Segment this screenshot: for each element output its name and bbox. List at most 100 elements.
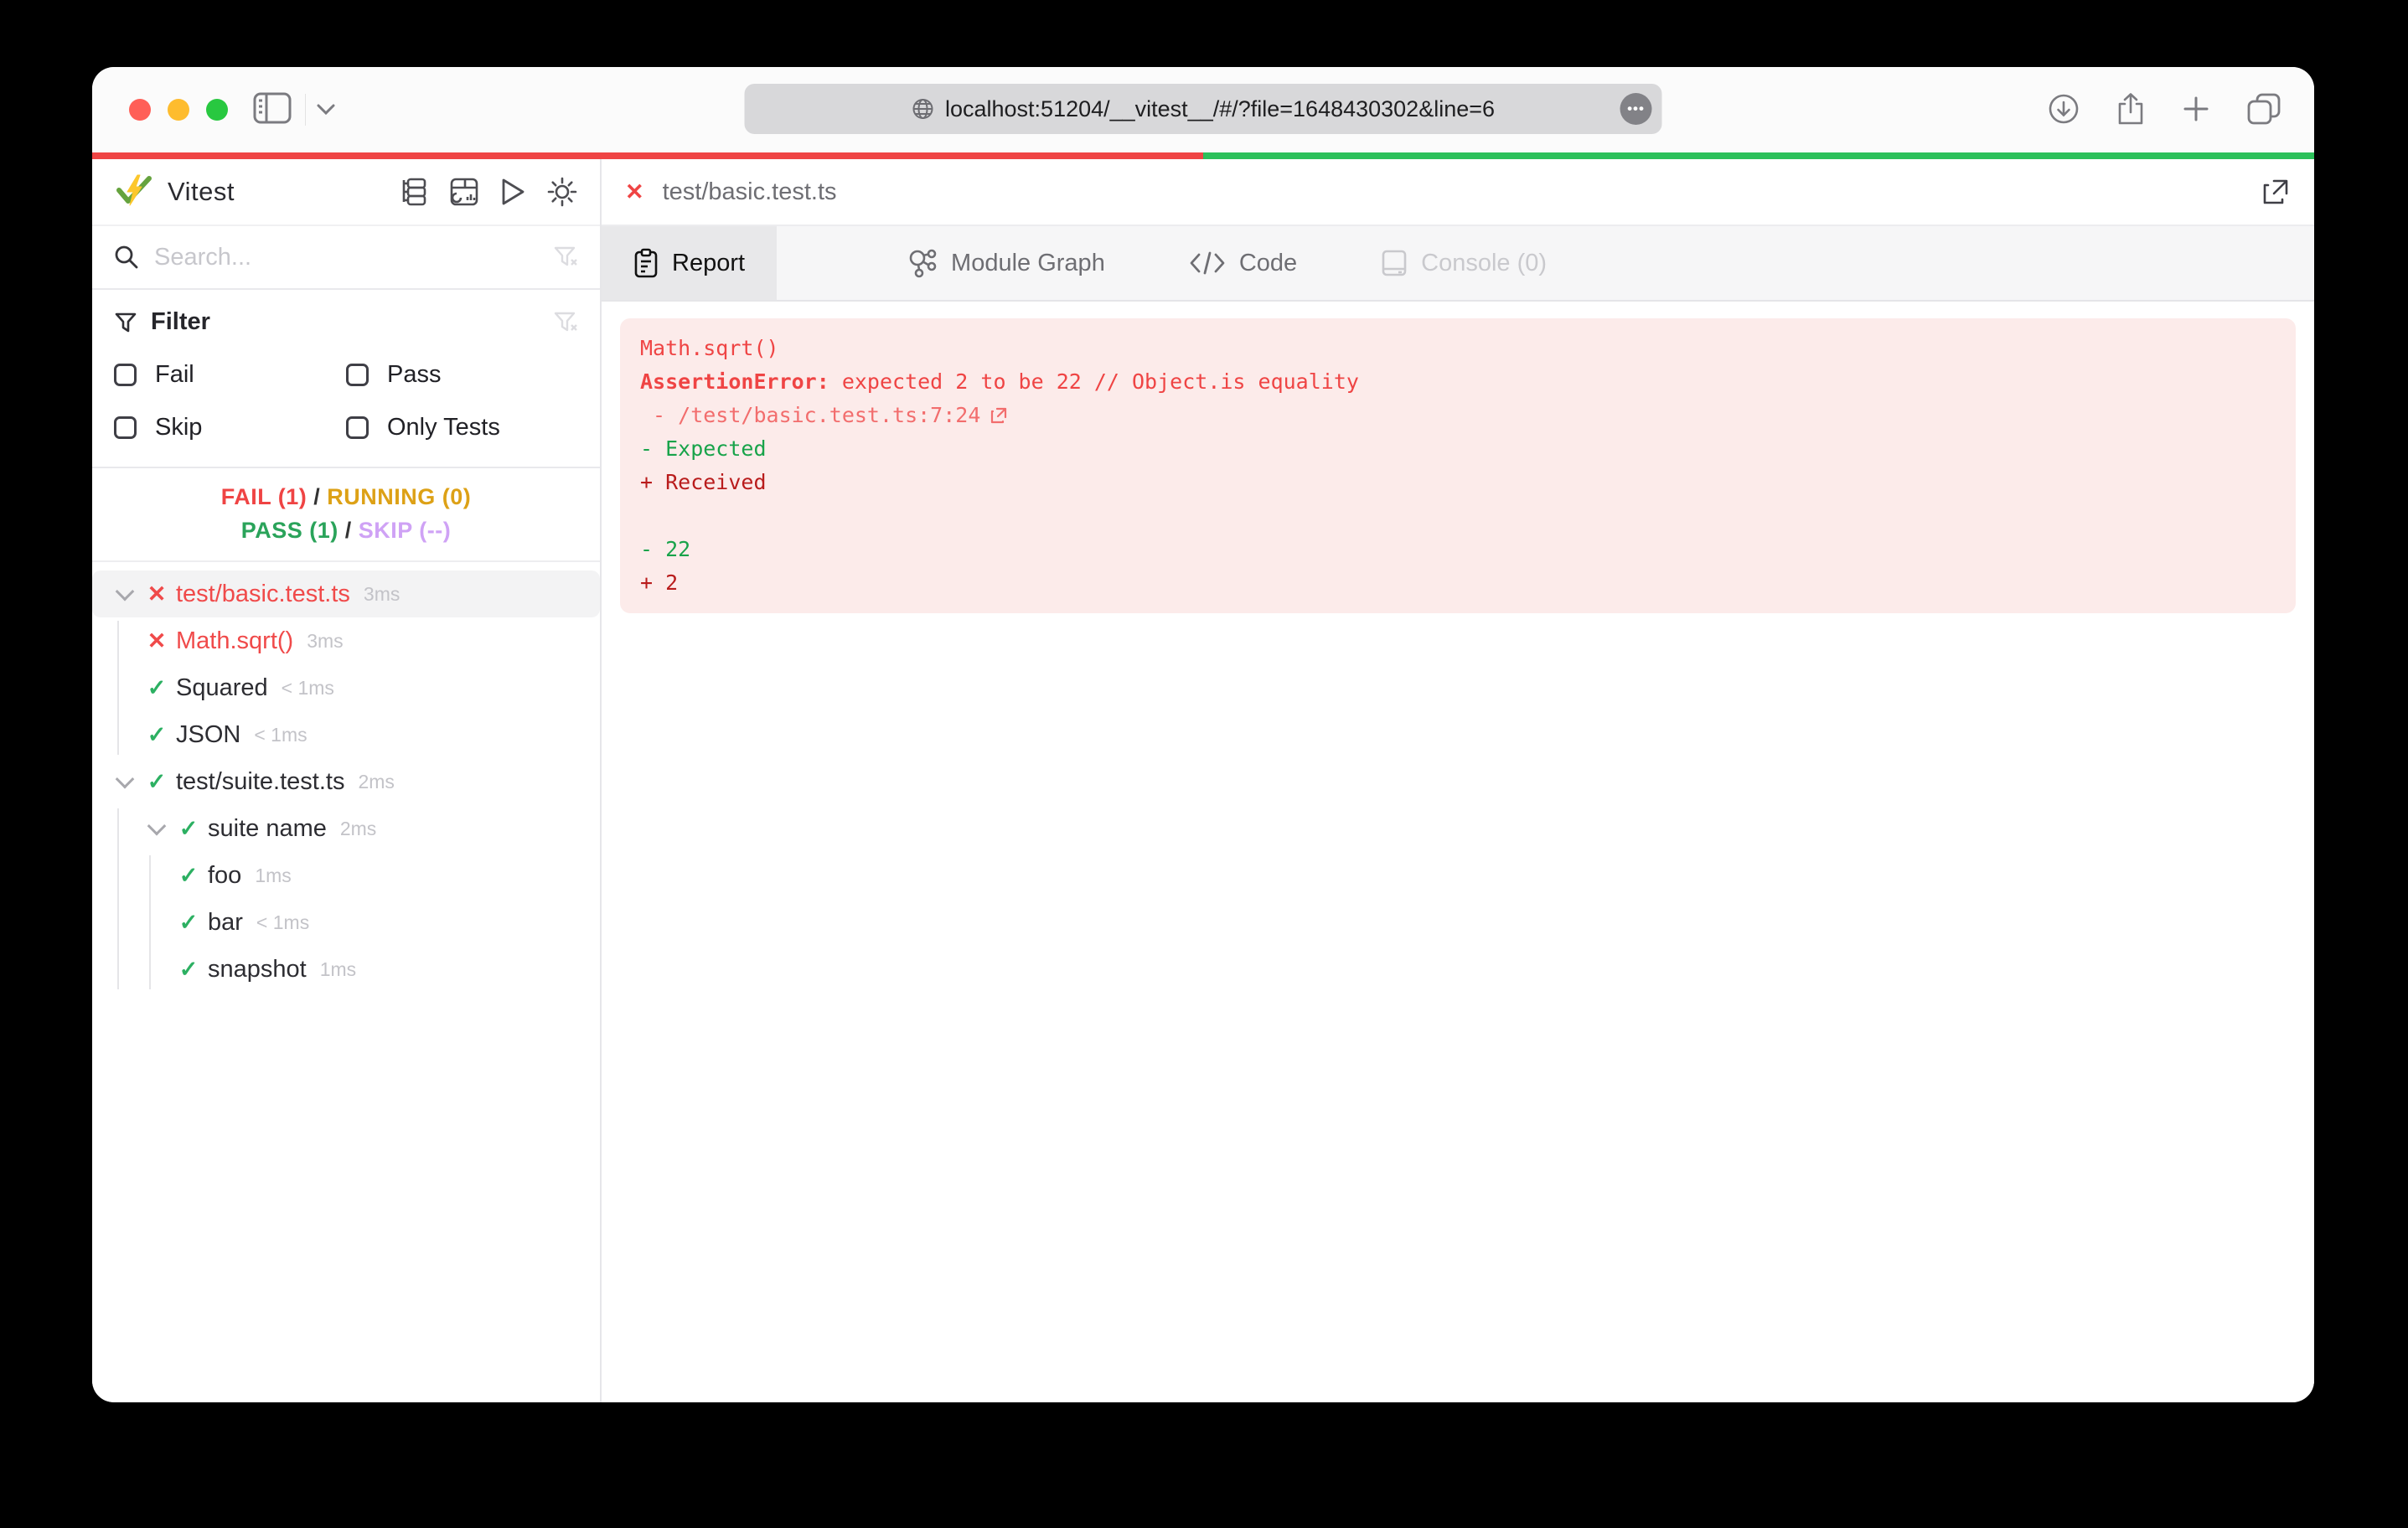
page-settings-button[interactable]: ••• bbox=[1620, 93, 1652, 125]
test-duration: < 1ms bbox=[254, 723, 307, 746]
error-test-name: Math.sqrt() bbox=[640, 336, 779, 360]
pass-icon: ✓ bbox=[147, 674, 167, 700]
code-icon bbox=[1189, 250, 1226, 276]
fail-icon: ✕ bbox=[625, 178, 644, 204]
main-panel: ✕ test/basic.test.ts Report Module Graph… bbox=[602, 159, 2314, 1402]
tree-row[interactable]: ✓ JSON < 1ms bbox=[92, 711, 600, 758]
module-graph-icon bbox=[907, 248, 938, 278]
tab-report[interactable]: Report bbox=[602, 226, 778, 300]
test-name: snapshot bbox=[208, 955, 307, 983]
list-tree-icon[interactable] bbox=[400, 177, 429, 207]
search-input[interactable] bbox=[154, 243, 538, 271]
report-icon bbox=[633, 248, 659, 278]
clear-filters-icon[interactable] bbox=[553, 310, 578, 335]
filter-option-only-tests: Only Tests bbox=[346, 414, 578, 441]
skip-label: Skip bbox=[155, 414, 203, 441]
app-title: Vitest bbox=[168, 177, 235, 206]
pass-icon: ✓ bbox=[147, 768, 167, 794]
error-file-link[interactable]: - /test/basic.test.ts:7:24 bbox=[640, 399, 2276, 432]
tab-module-graph-label: Module Graph bbox=[951, 249, 1105, 276]
progress-pass-segment bbox=[1203, 152, 2314, 159]
pass-icon: ✓ bbox=[178, 815, 199, 841]
filter-option-pass: Pass bbox=[346, 361, 578, 389]
tab-overview-icon[interactable] bbox=[2247, 93, 2281, 125]
fail-label: Fail bbox=[155, 361, 194, 388]
tree-row[interactable]: ✓ Squared < 1ms bbox=[92, 664, 600, 711]
diff-expected-value: - 22 bbox=[640, 537, 691, 561]
downloads-icon[interactable] bbox=[2048, 93, 2080, 125]
vitest-logo bbox=[116, 174, 152, 206]
test-progress-bar bbox=[92, 152, 2314, 159]
fail-count: FAIL (1) bbox=[220, 484, 307, 509]
close-window-button[interactable] bbox=[129, 99, 151, 121]
open-in-editor-icon[interactable] bbox=[2261, 177, 2291, 207]
test-duration: 3ms bbox=[307, 629, 344, 652]
share-icon[interactable] bbox=[2116, 92, 2145, 126]
filter-icon bbox=[115, 312, 137, 332]
minimize-window-button[interactable] bbox=[168, 99, 189, 121]
filter-option-skip: Skip bbox=[114, 414, 346, 441]
test-duration: < 1ms bbox=[281, 676, 334, 699]
new-tab-icon[interactable] bbox=[2182, 95, 2210, 123]
test-name: test/basic.test.ts bbox=[176, 580, 350, 607]
fail-checkbox[interactable] bbox=[114, 364, 137, 386]
test-duration: 2ms bbox=[358, 770, 395, 792]
tree-row[interactable]: ✓ suite name 2ms bbox=[92, 805, 600, 852]
tab-console[interactable]: Console (0) bbox=[1349, 226, 1579, 300]
browser-window: localhost:51204/__vitest__/#/?file=16484… bbox=[92, 67, 2314, 1402]
error-message: AssertionError: expected 2 to be 22 // O… bbox=[640, 369, 1359, 394]
pass-icon: ✓ bbox=[178, 956, 199, 982]
tree-row[interactable]: ✕ Math.sqrt() 3ms bbox=[92, 617, 600, 664]
test-name: Squared bbox=[176, 674, 268, 701]
address-bar[interactable]: localhost:51204/__vitest__/#/?file=16484… bbox=[744, 84, 1662, 134]
test-duration: 2ms bbox=[339, 817, 377, 839]
pass-icon: ✓ bbox=[147, 721, 167, 747]
globe-icon bbox=[912, 99, 933, 119]
chevron-down-icon[interactable] bbox=[109, 775, 141, 788]
pass-icon: ✓ bbox=[178, 862, 199, 888]
test-duration: < 1ms bbox=[256, 911, 310, 933]
tree-row[interactable]: ✓ bar < 1ms bbox=[92, 899, 600, 946]
pass-checkbox[interactable] bbox=[346, 364, 369, 386]
tree-row[interactable]: ✓ foo 1ms bbox=[92, 852, 600, 899]
tree-row[interactable]: ✓ snapshot 1ms bbox=[92, 946, 600, 993]
tab-console-label: Console (0) bbox=[1421, 249, 1548, 276]
tree-row[interactable]: ✓ test/suite.test.ts 2ms bbox=[92, 758, 600, 805]
chevron-down-icon[interactable] bbox=[141, 822, 173, 835]
test-duration: 1ms bbox=[255, 864, 292, 886]
clear-search-filter-icon[interactable] bbox=[553, 245, 578, 270]
tree-row[interactable]: ✕ test/basic.test.ts 3ms bbox=[92, 570, 600, 617]
dashboard-icon[interactable] bbox=[449, 177, 479, 207]
test-name: bar bbox=[208, 908, 243, 936]
pass-icon: ✓ bbox=[178, 909, 199, 935]
fail-icon: ✕ bbox=[147, 581, 167, 607]
tab-report-label: Report bbox=[672, 249, 746, 276]
summary-separator: / bbox=[338, 518, 359, 543]
pass-count: PASS (1) bbox=[240, 518, 338, 543]
search-icon bbox=[115, 245, 138, 269]
run-all-icon[interactable] bbox=[499, 177, 526, 207]
zoom-window-button[interactable] bbox=[206, 99, 228, 121]
tab-module-graph[interactable]: Module Graph bbox=[876, 226, 1137, 300]
diff-received-value: + 2 bbox=[640, 570, 679, 595]
test-name: Math.sqrt() bbox=[176, 627, 294, 654]
sidebar-toggle-icon[interactable] bbox=[253, 92, 292, 124]
filter-option-fail: Fail bbox=[114, 361, 346, 389]
url-text: localhost:51204/__vitest__/#/?file=16484… bbox=[944, 96, 1496, 121]
chevron-down-icon[interactable] bbox=[109, 587, 141, 601]
chevron-down-icon[interactable] bbox=[317, 104, 335, 116]
browser-toolbar: localhost:51204/__vitest__/#/?file=16484… bbox=[92, 67, 2314, 152]
test-name: foo bbox=[208, 861, 242, 889]
theme-toggle-icon[interactable] bbox=[546, 176, 578, 208]
diff-expected-label: - Expected bbox=[640, 436, 767, 461]
tab-code[interactable]: Code bbox=[1157, 226, 1329, 300]
sidebar: Vitest Search... Filter Fail Pass Skip O… bbox=[92, 159, 602, 1402]
skip-checkbox[interactable] bbox=[114, 416, 137, 439]
sidebar-header: Vitest bbox=[92, 159, 600, 226]
test-duration: 1ms bbox=[319, 958, 357, 980]
external-link-icon bbox=[991, 407, 1007, 424]
diff-received-label: + Received bbox=[640, 470, 767, 494]
running-count: RUNNING (0) bbox=[327, 484, 472, 509]
search-bar bbox=[92, 226, 600, 290]
only-tests-checkbox[interactable] bbox=[346, 416, 369, 439]
